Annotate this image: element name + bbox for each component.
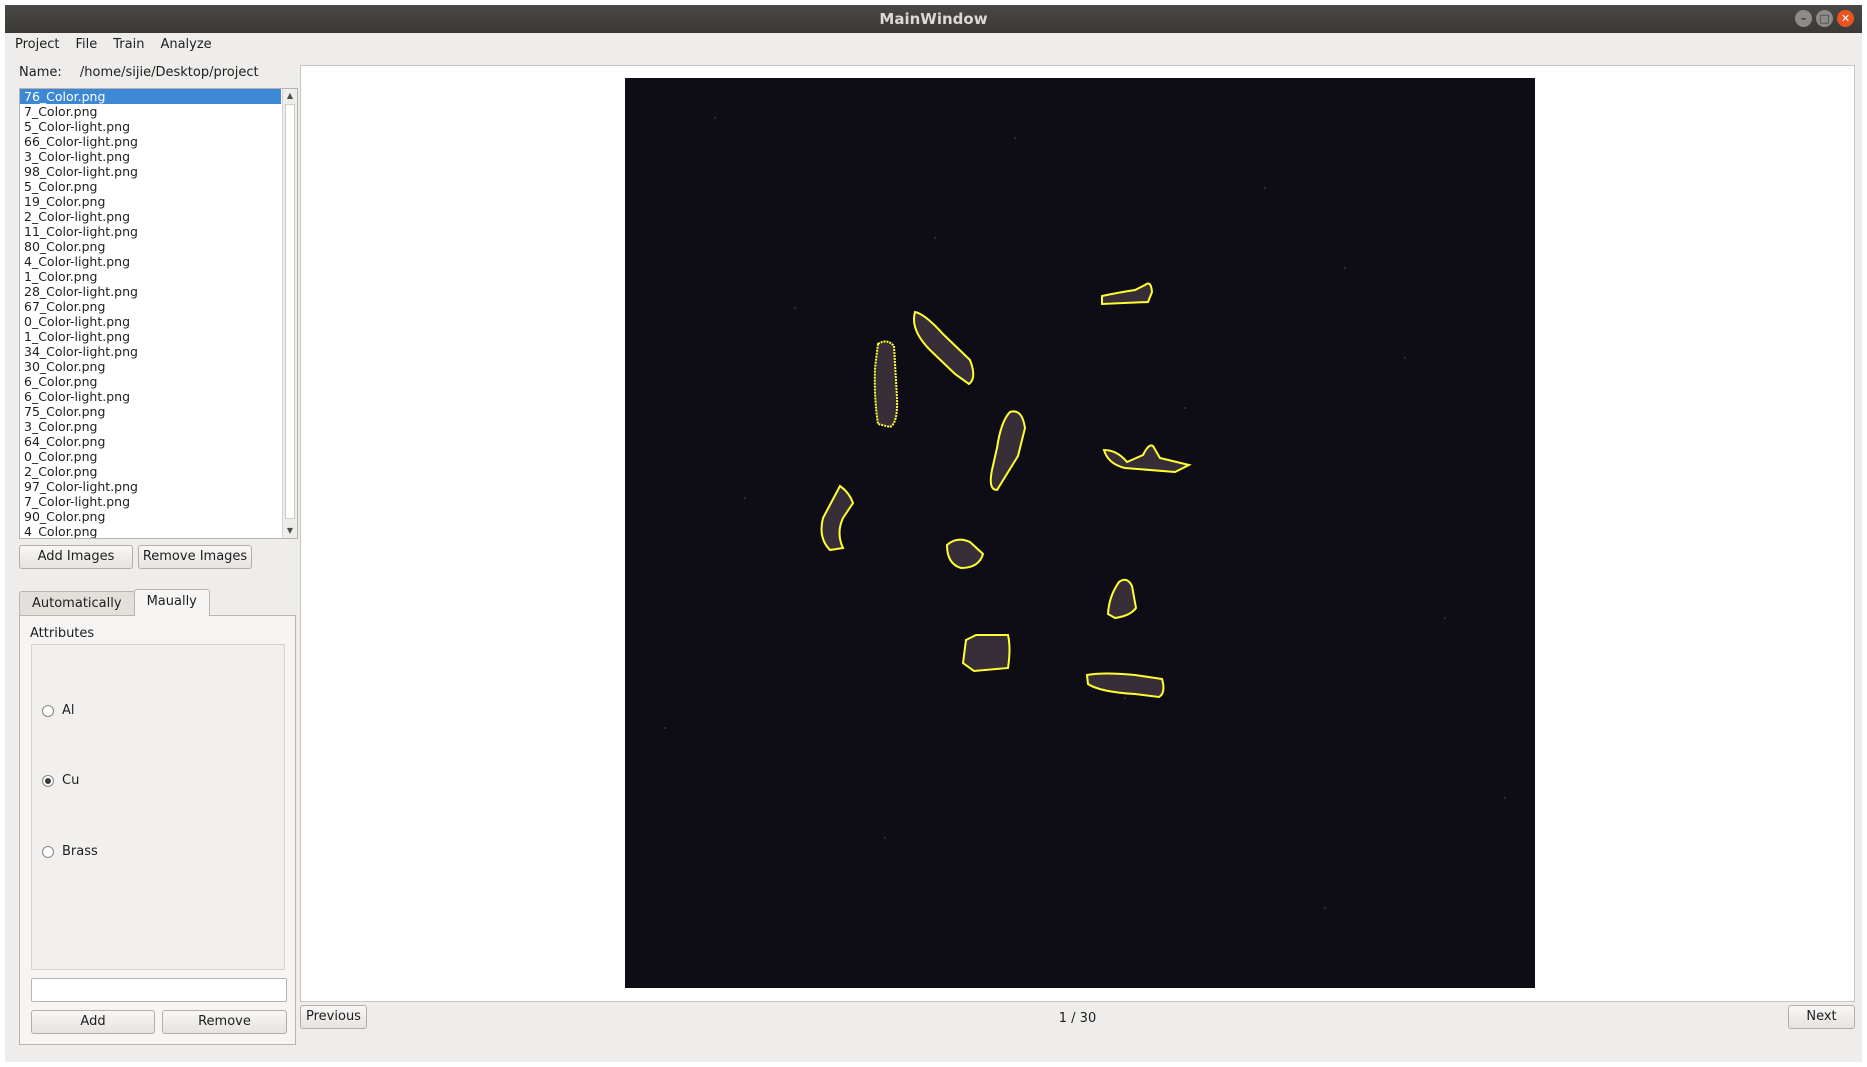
annotated-image[interactable] [625,78,1535,988]
minimize-icon[interactable]: – [1795,10,1812,27]
particle-outline [913,310,975,386]
left-panel: Name: /home/sijie/Desktop/project 76_Col… [14,57,300,1047]
list-item[interactable]: 90_Color.png [20,509,281,524]
particle-outline [1101,282,1154,306]
list-item[interactable]: 1_Color-light.png [20,329,281,344]
attributes-radio-group: Al Cu Brass [31,644,285,970]
particle-outline [945,538,985,570]
window-title: MainWindow [879,10,988,28]
next-button[interactable]: Next [1788,1005,1855,1029]
list-item[interactable]: 7_Color-light.png [20,494,281,509]
list-item[interactable]: 5_Color.png [20,179,281,194]
pager-bar: Previous 1 / 30 Next [300,1002,1855,1032]
attribute-input[interactable] [31,978,287,1002]
list-item[interactable]: 4_Color-light.png [20,254,281,269]
list-item[interactable]: 97_Color-light.png [20,479,281,494]
close-icon[interactable]: ✕ [1837,10,1854,27]
list-item[interactable]: 4_Color.png [20,524,281,538]
maximize-icon[interactable]: □ [1816,10,1833,27]
menu-project[interactable]: Project [5,33,65,57]
list-item[interactable]: 0_Color.png [20,449,281,464]
radio-al-indicator[interactable] [42,704,54,717]
list-item[interactable]: 34_Color-light.png [20,344,281,359]
annotation-canvas[interactable] [625,78,1535,988]
manual-tab-panel: Attributes Al Cu Brass Add Remove [19,615,296,1045]
menu-bar: Project File Train Analyze [5,33,1862,57]
list-item[interactable]: 2_Color-light.png [20,209,281,224]
file-list-scrollbar[interactable]: ▲ ▼ [282,89,297,538]
list-item[interactable]: 7_Color.png [20,104,281,119]
list-item[interactable]: 76_Color.png [20,89,281,104]
add-attribute-button[interactable]: Add [31,1010,155,1034]
list-item[interactable]: 3_Color.png [20,419,281,434]
menu-train[interactable]: Train [103,33,150,57]
particle-outline [873,340,899,429]
project-name-label: Name: [19,65,62,80]
project-name-row: Name: /home/sijie/Desktop/project [19,65,259,80]
menu-analyze[interactable]: Analyze [150,33,217,57]
attributes-label: Attributes [30,626,95,641]
particle-outline [961,634,1011,673]
particle-outline [989,410,1027,492]
mode-tabs: Automatically Maually [19,589,210,616]
radio-al-label: Al [62,703,75,718]
list-item[interactable]: 1_Color.png [20,269,281,284]
remove-images-button[interactable]: Remove Images [138,545,252,569]
radio-cu-indicator[interactable] [42,774,54,787]
list-item[interactable]: 64_Color.png [20,434,281,449]
scroll-down-icon[interactable]: ▼ [283,524,297,538]
list-item[interactable]: 11_Color-light.png [20,224,281,239]
particle-outline [1102,444,1192,474]
list-item[interactable]: 19_Color.png [20,194,281,209]
radio-cu[interactable]: Cu [42,773,79,788]
list-item[interactable]: 67_Color.png [20,299,281,314]
radio-brass-indicator[interactable] [42,845,54,858]
file-list-items: 76_Color.png 7_Color.png 5_Color-light.png… [20,89,281,538]
list-item[interactable]: 6_Color-light.png [20,389,281,404]
list-item[interactable]: 5_Color-light.png [20,119,281,134]
list-item[interactable]: 80_Color.png [20,239,281,254]
list-item[interactable]: 66_Color-light.png [20,134,281,149]
title-bar: MainWindow – □ ✕ [5,5,1862,33]
list-item[interactable]: 75_Color.png [20,404,281,419]
radio-brass-label: Brass [62,844,98,859]
radio-al[interactable]: Al [42,703,75,718]
tab-automatically[interactable]: Automatically [19,591,135,616]
image-viewer [300,65,1855,1002]
scroll-up-icon[interactable]: ▲ [283,89,297,103]
particle-outline [820,484,855,552]
particle-outline [1106,578,1138,620]
list-item[interactable]: 3_Color-light.png [20,149,281,164]
page-counter: 1 / 30 [1058,1011,1097,1026]
main-window: MainWindow – □ ✕ Project File Train Anal… [5,5,1862,1062]
image-file-list[interactable]: 76_Color.png 7_Color.png 5_Color-light.png… [19,88,298,539]
list-item[interactable]: 0_Color-light.png [20,314,281,329]
list-item[interactable]: 30_Color.png [20,359,281,374]
list-item[interactable]: 6_Color.png [20,374,281,389]
add-images-button[interactable]: Add Images [19,545,133,569]
list-item[interactable]: 28_Color-light.png [20,284,281,299]
remove-attribute-button[interactable]: Remove [162,1010,287,1034]
radio-cu-label: Cu [62,773,80,788]
project-path: /home/sijie/Desktop/project [79,65,259,80]
list-item[interactable]: 2_Color.png [20,464,281,479]
list-item[interactable]: 98_Color-light.png [20,164,281,179]
particle-outline [1085,672,1165,699]
tab-manually[interactable]: Maually [133,589,210,616]
radio-brass[interactable]: Brass [42,844,98,859]
scrollbar-thumb[interactable] [285,104,295,519]
menu-file[interactable]: File [65,33,103,57]
